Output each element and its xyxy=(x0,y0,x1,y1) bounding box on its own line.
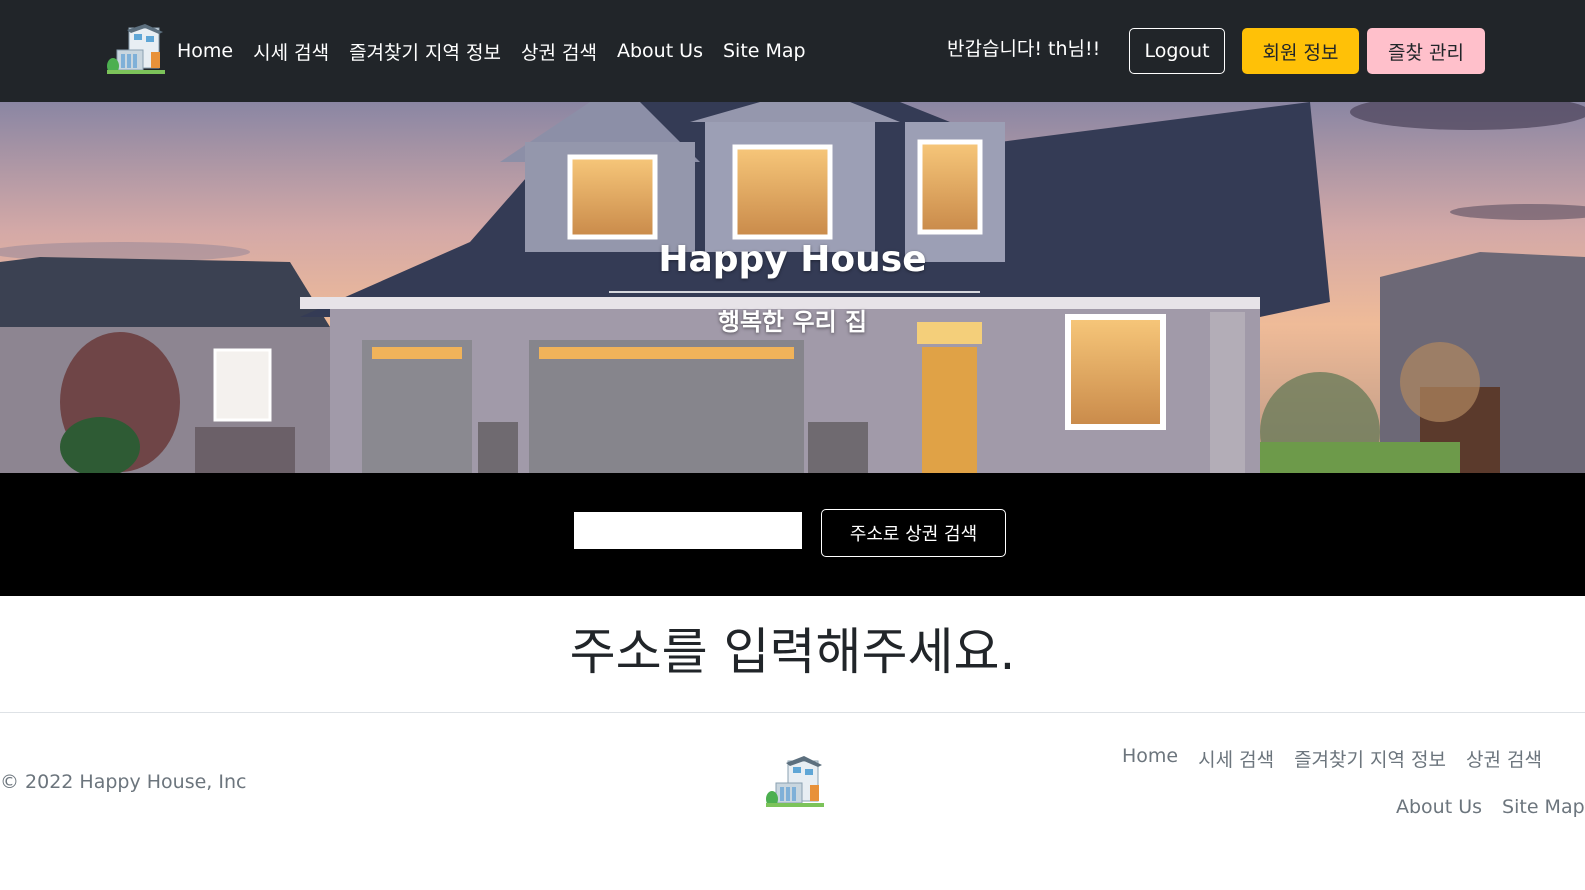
nav-link-home[interactable]: Home xyxy=(177,40,233,62)
footer-nav-row-1: Home 시세 검색 즐겨찾기 지역 정보 상권 검색 xyxy=(1122,745,1562,772)
footer-link-favorite-area[interactable]: 즐겨찾기 지역 정보 xyxy=(1294,745,1446,772)
footer-link-site-map[interactable]: Site Map xyxy=(1502,796,1585,818)
hero-banner: Happy House 행복한 우리 집 xyxy=(0,102,1585,473)
favorites-manage-button[interactable]: 즐찾 관리 xyxy=(1367,28,1485,74)
address-search-button[interactable]: 주소로 상권 검색 xyxy=(821,509,1006,557)
hero-title: Happy House xyxy=(658,239,927,280)
logout-button[interactable]: Logout xyxy=(1129,28,1225,74)
footer-link-commercial-search[interactable]: 상권 검색 xyxy=(1466,745,1542,772)
footer-link-home[interactable]: Home xyxy=(1122,745,1178,772)
nav-links: Home 시세 검색 즐겨찾기 지역 정보 상권 검색 About Us Sit… xyxy=(177,0,826,102)
nav-link-commercial-search[interactable]: 상권 검색 xyxy=(521,38,597,65)
footer-nav-row-2: About Us Site Map xyxy=(1396,796,1585,818)
footer-copyright: © 2022 Happy House, Inc xyxy=(0,771,247,793)
search-section: 주소로 상권 검색 xyxy=(0,473,1585,596)
house-hero-image xyxy=(0,102,1585,473)
nav-link-price-search[interactable]: 시세 검색 xyxy=(253,38,329,65)
address-search-input[interactable] xyxy=(574,512,802,549)
user-greeting: 반갑습니다! th님!! xyxy=(947,38,1101,60)
footer-house-logo-icon[interactable] xyxy=(766,755,824,809)
footer-link-price-search[interactable]: 시세 검색 xyxy=(1198,745,1274,772)
top-navbar: Home 시세 검색 즐겨찾기 지역 정보 상권 검색 About Us Sit… xyxy=(0,0,1585,102)
member-info-button[interactable]: 회원 정보 xyxy=(1242,28,1359,74)
hero-divider xyxy=(609,291,980,293)
enter-address-message: 주소를 입력해주세요. xyxy=(569,623,1016,681)
nav-link-site-map[interactable]: Site Map xyxy=(723,40,806,62)
house-logo-icon[interactable] xyxy=(107,24,165,76)
nav-link-about-us[interactable]: About Us xyxy=(617,40,703,62)
footer-divider xyxy=(0,712,1585,713)
nav-link-favorite-area[interactable]: 즐겨찾기 지역 정보 xyxy=(349,38,501,65)
footer-link-about-us[interactable]: About Us xyxy=(1396,796,1482,818)
hero-subtitle: 행복한 우리 집 xyxy=(717,308,868,336)
